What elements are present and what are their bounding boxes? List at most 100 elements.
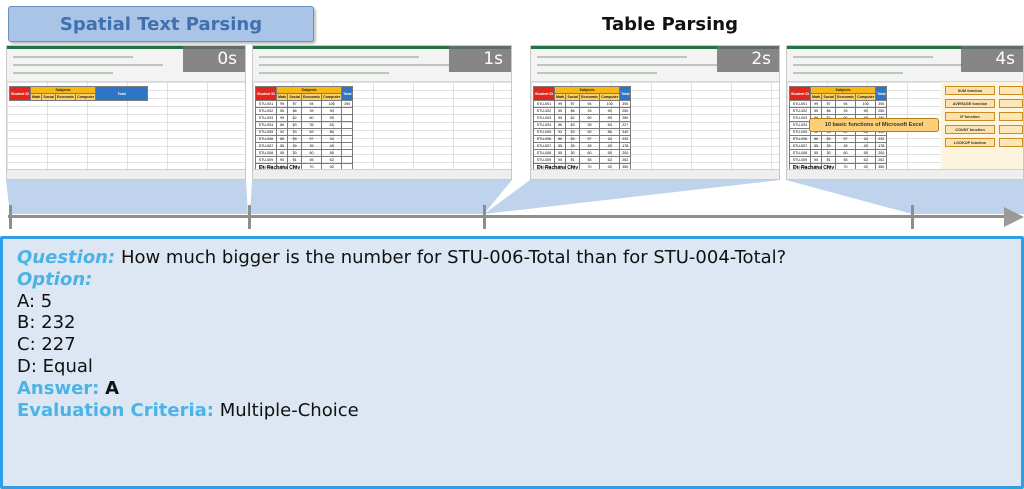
total-cell — [341, 128, 354, 136]
table-row: STU-002 55 66 39 90 — [255, 107, 354, 115]
score-cell: 99 — [275, 114, 289, 122]
score-cell: 63 — [565, 121, 580, 129]
table-row: STU-003 99 62 60 59 — [255, 114, 354, 122]
subject-header: Math — [809, 93, 823, 101]
question-label: Question: — [17, 247, 116, 268]
score-cell: 39 — [578, 142, 601, 150]
score-cell: 30 — [287, 149, 302, 157]
score-cell: 99 — [553, 100, 567, 108]
student-id-cell: STU-008 — [533, 149, 555, 157]
score-cell: 30 — [565, 149, 580, 157]
subject-header: Economic — [834, 93, 857, 101]
student-id-cell: STU-005 — [533, 128, 555, 136]
student-id-cell: STU-002 — [255, 107, 277, 115]
timeline-tick — [483, 205, 486, 229]
score-cell: 90 — [809, 156, 823, 164]
score-cell: 63 — [599, 121, 621, 129]
score-cell: 90 — [321, 107, 343, 115]
table-row: STU-00399626059280 — [533, 114, 632, 122]
score-cell: 92 — [275, 128, 289, 136]
student-id-cell: STU-008 — [255, 149, 277, 157]
table-row: STU-001 99 97 94 100 390 — [789, 100, 888, 108]
score-cell: 86 — [275, 135, 289, 143]
zoom-wedge-2s — [484, 180, 780, 214]
table-parsing-tag: Table Parsing — [602, 13, 738, 35]
total-cell — [341, 135, 354, 143]
score-cell: 39 — [565, 142, 580, 150]
score-cell: 45 — [855, 142, 877, 150]
score-cell: 62 — [599, 156, 621, 164]
criteria-value: Multiple-Choice — [219, 399, 359, 421]
score-cell: 66 — [287, 107, 302, 115]
subject-header: Social — [565, 93, 580, 101]
grade-table-2s: Student ID Subjects Total Math Social Economi… — [533, 86, 632, 171]
zoom-wedge-1s — [250, 180, 512, 214]
count-function-button: COUNT function — [945, 125, 995, 134]
total-header: Total — [95, 86, 149, 101]
student-id-cell: STU-003 — [255, 114, 277, 122]
total-cell — [341, 114, 354, 122]
score-cell: 55 — [599, 149, 621, 157]
score-cell: 63 — [287, 121, 302, 129]
score-cell: 86 — [599, 128, 621, 136]
student-id-header: Student ID — [9, 86, 31, 101]
score-cell: 39 — [578, 107, 601, 115]
total-header: Total — [341, 86, 354, 101]
student-id-cell: STU-003 — [789, 114, 811, 122]
score-cell: 97 — [565, 100, 580, 108]
total-cell: 262 — [619, 156, 632, 164]
score-cell: 55 — [275, 149, 289, 157]
grade-table-1s: Student ID Subjects Total Math Social Economi… — [255, 86, 354, 171]
function-box — [999, 125, 1023, 134]
subjects-header: Subjects — [275, 86, 343, 94]
score-cell: 55 — [275, 142, 289, 150]
score-cell: 59 — [321, 114, 343, 122]
answer-value: A — [105, 377, 120, 399]
option-a: A: 5 — [17, 290, 53, 312]
score-cell: 60 — [300, 114, 323, 122]
score-cell: 55 — [809, 107, 823, 115]
score-cell: 55 — [809, 142, 823, 150]
score-cell: 39 — [300, 142, 323, 150]
score-cell: 63 — [321, 121, 343, 129]
student-id-cell: STU-006 — [533, 135, 555, 143]
subjects-header: Subjects — [809, 86, 877, 94]
option-c: C: 227 — [17, 334, 76, 356]
score-cell: 57 — [834, 135, 857, 143]
function-box — [999, 86, 1023, 95]
student-id-header: Student ID — [533, 86, 555, 101]
total-cell: 390 — [875, 100, 888, 108]
score-cell: 66 — [821, 107, 836, 115]
table-row: STU-006 86 55 57 34 — [255, 135, 354, 143]
student-id-cell: STU-001 — [255, 100, 277, 108]
score-cell: 92 — [553, 128, 567, 136]
student-id-cell: STU-006 — [255, 135, 277, 143]
table-row: STU-006 86 55 57 34 232 — [789, 135, 888, 143]
score-cell: 93 — [287, 128, 302, 136]
subject-header: Economic — [300, 93, 323, 101]
score-cell: 39 — [834, 142, 857, 150]
empty-grade-table: Student ID Subjects Total Math Social Ec… — [9, 86, 149, 101]
total-cell: 232 — [875, 135, 888, 143]
score-cell: 99 — [809, 100, 823, 108]
total-cell — [341, 107, 354, 115]
score-cell: 60 — [834, 149, 857, 157]
score-cell: 45 — [599, 142, 621, 150]
total-cell: 280 — [619, 114, 632, 122]
table-row: STU-007 55 39 39 45 178 — [789, 142, 888, 150]
student-id-cell: STU-006 — [789, 135, 811, 143]
student-id-header: Student ID — [789, 86, 811, 101]
functions-banner: 10 basic functions of Microsoft Excel — [809, 118, 939, 132]
score-cell: 60 — [578, 114, 601, 122]
table-row: STU-00466633563227 — [533, 121, 632, 129]
function-box — [999, 99, 1023, 108]
zoom-wedge-0s — [6, 180, 248, 214]
score-cell: 97 — [287, 100, 302, 108]
score-cell: 99 — [275, 100, 289, 108]
table-row: STU-002 55 66 39 90 250 — [789, 107, 888, 115]
total-cell: 390 — [619, 100, 632, 108]
student-id-cell: STU-009 — [533, 156, 555, 164]
spatial-text-parsing-tag: Spatial Text Parsing — [8, 6, 314, 42]
table-row: STU-008 55 30 60 55 200 — [789, 149, 888, 157]
score-cell: 99 — [553, 114, 567, 122]
